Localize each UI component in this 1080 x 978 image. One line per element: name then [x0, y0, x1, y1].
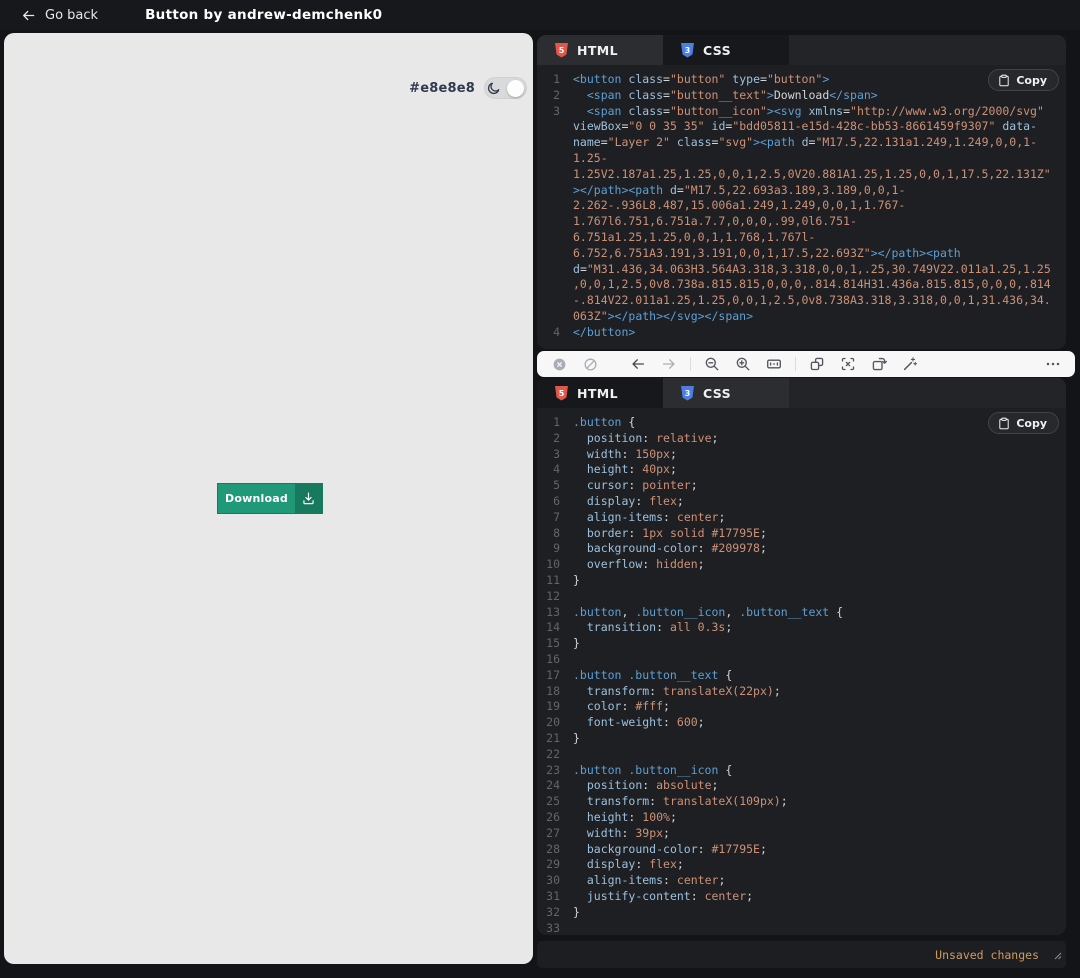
code-line: 33 [537, 921, 1066, 936]
arrow-left-icon[interactable] [628, 354, 648, 374]
code-line: 15} [537, 636, 1066, 652]
code-line: 20 font-weight: 600; [537, 715, 1066, 731]
code-line: 13.button, .button__icon, .button__text … [537, 605, 1066, 621]
tab-css[interactable]: 3 CSS [663, 35, 789, 65]
code-line: 22 [537, 747, 1066, 763]
code-line: 19 color: #fff; [537, 699, 1066, 715]
code-line: 30 align-items: center; [537, 873, 1066, 889]
css-code-panel: 5 HTML 3 CSS Copy 1.button {2 position: rel… [537, 378, 1066, 935]
status-bar: Unsaved changes [537, 941, 1066, 968]
tab-html[interactable]: 5 HTML [537, 35, 663, 65]
zoom-in-icon[interactable] [733, 354, 753, 374]
tab-html[interactable]: 5 HTML [537, 378, 663, 408]
code-line: 2 position: relative; [537, 431, 1066, 447]
code-line: 28 background-color: #17795E; [537, 842, 1066, 858]
clipboard-icon [998, 417, 1010, 430]
code-line: 7 align-items: center; [537, 510, 1066, 526]
html5-icon: 5 [555, 43, 568, 58]
ellipsis-icon[interactable] [1043, 354, 1063, 374]
unsaved-changes-label: Unsaved changes [935, 948, 1039, 962]
toggle-knob [507, 80, 524, 97]
copy-label: Copy [1016, 417, 1047, 430]
copy-css-button[interactable]: Copy [988, 412, 1059, 434]
moon-icon [487, 81, 501, 95]
magic-wand-icon[interactable] [900, 354, 920, 374]
zoom-out-icon[interactable] [702, 354, 722, 374]
focus-target-icon[interactable] [838, 354, 858, 374]
code-line: 1.button { [537, 415, 1066, 431]
code-line: 23.button .button__icon { [537, 763, 1066, 779]
code-line: 3 <span class="button__icon"><svg xmlns=… [537, 104, 1066, 325]
resize-handle[interactable] [1054, 945, 1062, 964]
frame-size-icon[interactable] [764, 354, 784, 374]
code-line: 11} [537, 573, 1066, 589]
code-line: 10 overflow: hidden; [537, 557, 1066, 573]
preview-canvas: #e8e8e8 Download [4, 33, 533, 964]
code-line: 16 [537, 652, 1066, 668]
code-line: 21} [537, 731, 1066, 747]
code-line: 29 display: flex; [537, 857, 1066, 873]
tab-bar: 5 HTML 3 CSS [537, 378, 1066, 408]
code-line: 31 justify-content: center; [537, 889, 1066, 905]
code-line: 9 background-color: #209978; [537, 541, 1066, 557]
download-demo-button[interactable]: Download [217, 483, 323, 514]
background-hex-label: #e8e8e8 [409, 81, 475, 96]
html-code-panel: 5 HTML 3 CSS Copy 1<button class="button" t… [537, 35, 1066, 349]
tab-css[interactable]: 3 CSS [663, 378, 789, 408]
code-line: 17.button .button__text { [537, 668, 1066, 684]
tab-label: HTML [577, 386, 618, 401]
download-tray-icon [295, 484, 322, 513]
clipboard-icon [998, 74, 1010, 87]
code-editor-css[interactable]: Copy 1.button {2 position: relative;3 wi… [537, 408, 1066, 935]
code-line: 18 transform: translateX(22px); [537, 684, 1066, 700]
tab-label: CSS [703, 386, 731, 401]
code-editor-html[interactable]: Copy 1<button class="button" type="butto… [537, 65, 1066, 349]
circle-slash-icon[interactable] [580, 354, 600, 374]
tab-label: HTML [577, 43, 618, 58]
arrow-right-icon[interactable] [659, 354, 679, 374]
top-bar: Go back Button by andrew-demchenk0 [0, 0, 1080, 30]
tab-label: CSS [703, 43, 731, 58]
code-line: 4 height: 40px; [537, 462, 1066, 478]
toolbar-divider [795, 357, 796, 371]
code-line: 4</button> [537, 325, 1066, 341]
code-line: 24 position: absolute; [537, 778, 1066, 794]
code-line: 32} [537, 905, 1066, 921]
rotate-icon[interactable] [869, 354, 889, 374]
code-line: 26 height: 100%; [537, 810, 1066, 826]
go-back-label: Go back [45, 8, 98, 23]
code-line: 14 transition: all 0.3s; [537, 620, 1066, 636]
code-line: 1<button class="button" type="button"> [537, 72, 1066, 88]
code-line: 27 width: 39px; [537, 826, 1066, 842]
css3-icon: 3 [681, 386, 694, 401]
code-line: 12 [537, 589, 1066, 605]
code-line: 2 <span class="button__text">Download</s… [537, 88, 1066, 104]
tab-bar: 5 HTML 3 CSS [537, 35, 1066, 65]
download-button-label: Download [218, 484, 295, 513]
theme-toggle[interactable] [484, 77, 527, 99]
page-title: Button by andrew-demchenk0 [145, 7, 382, 23]
code-line: 3 width: 150px; [537, 447, 1066, 463]
html5-icon: 5 [555, 386, 568, 401]
copy-html-button[interactable]: Copy [988, 69, 1059, 91]
code-line: 6 display: flex; [537, 494, 1066, 510]
code-line: 25 transform: translateX(109px); [537, 794, 1066, 810]
circle-x-icon[interactable] [549, 354, 569, 374]
canvas-toolbar [537, 351, 1075, 377]
toolbar-divider [690, 357, 691, 371]
css3-icon: 3 [681, 43, 694, 58]
back-arrow-icon [21, 8, 36, 23]
go-back-button[interactable]: Go back [15, 7, 104, 24]
code-line: 8 border: 1px solid #17795E; [537, 526, 1066, 542]
code-line: 5 cursor: pointer; [537, 478, 1066, 494]
copy-label: Copy [1016, 74, 1047, 87]
overlap-squares-icon[interactable] [807, 354, 827, 374]
